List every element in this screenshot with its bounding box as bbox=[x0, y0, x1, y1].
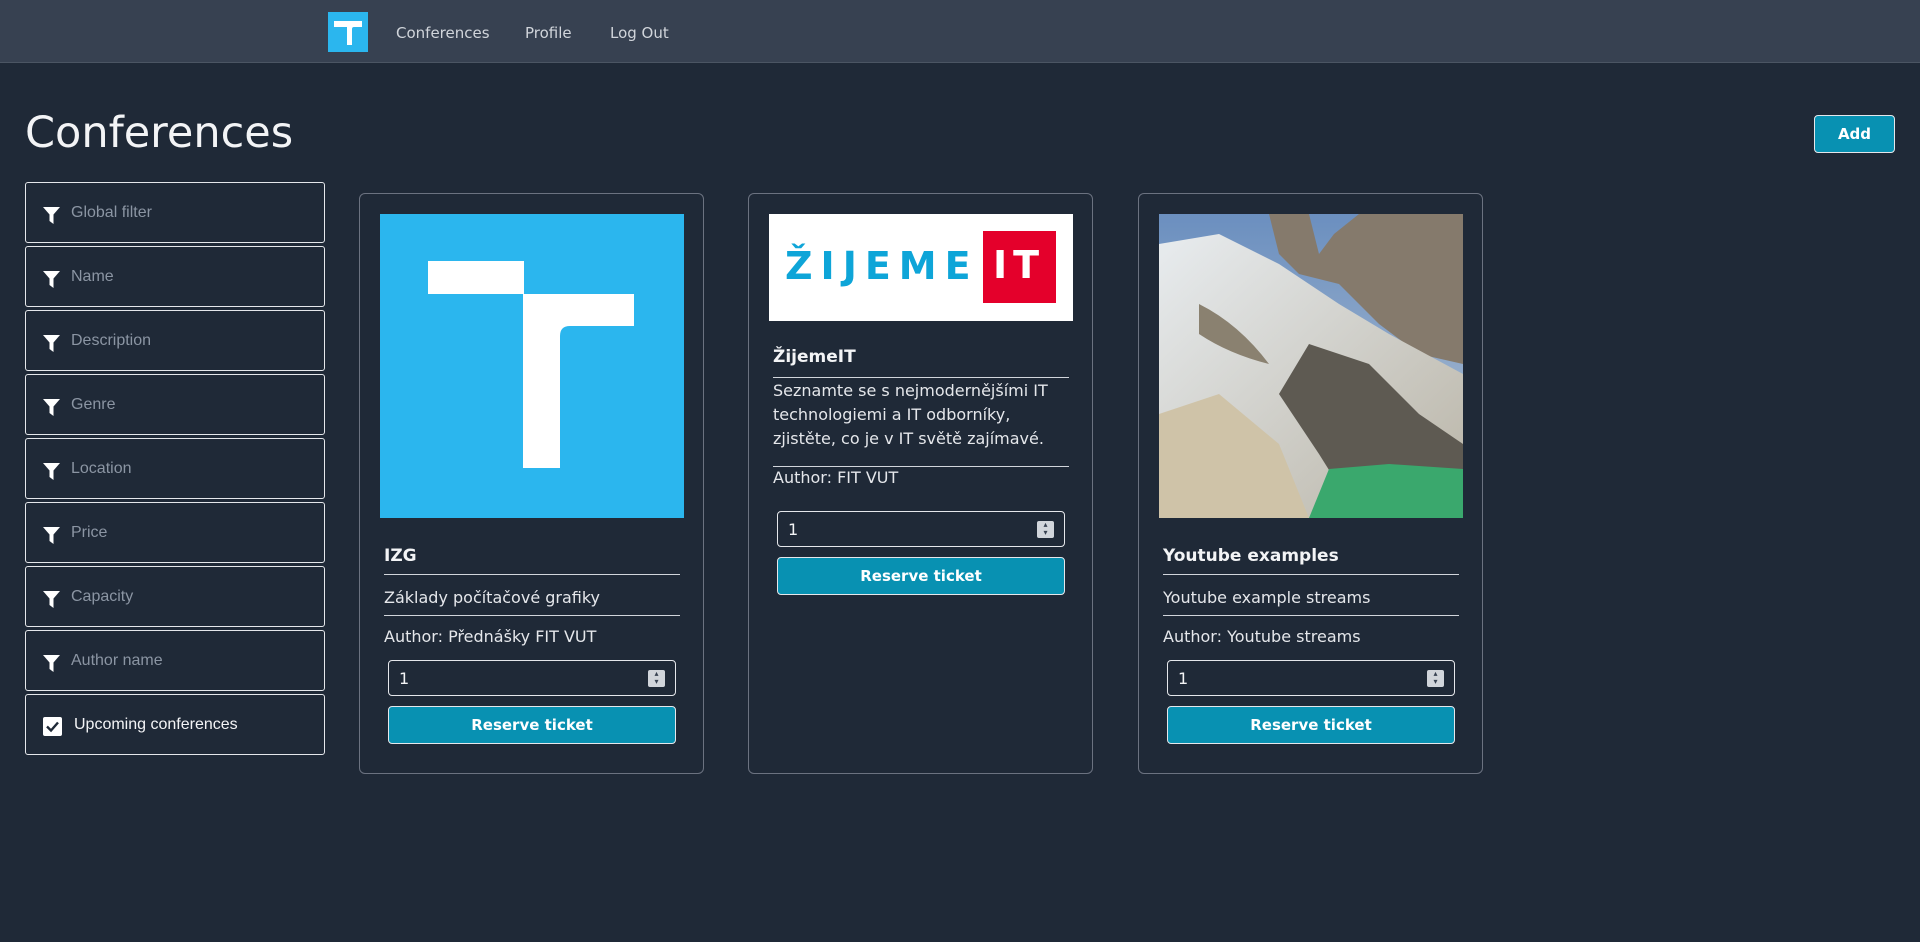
conference-card: Youtube examples Youtube example streams… bbox=[1138, 193, 1483, 774]
page-title: Conferences bbox=[25, 108, 294, 158]
filter-icon bbox=[43, 335, 60, 352]
conference-author: Author: Přednášky FIT VUT bbox=[384, 627, 597, 646]
divider bbox=[384, 574, 680, 575]
author-name-filter-input[interactable] bbox=[71, 639, 311, 683]
filter-icon bbox=[43, 271, 60, 288]
filter-icon bbox=[43, 463, 60, 480]
description-filter-box bbox=[25, 310, 325, 371]
ticket-quantity-input[interactable] bbox=[1178, 667, 1408, 689]
upcoming-conferences-toggle[interactable]: Upcoming conferences bbox=[25, 694, 325, 755]
zijemeit-red-badge: IT bbox=[983, 231, 1056, 303]
reserve-ticket-button[interactable]: Reserve ticket bbox=[777, 557, 1065, 595]
name-filter-box bbox=[25, 246, 325, 307]
conference-card: IZG Základy počítačové grafiky Author: P… bbox=[359, 193, 704, 774]
price-filter-input[interactable] bbox=[71, 511, 311, 555]
ticket-quantity-field: ▴▾ bbox=[1167, 660, 1455, 696]
app-logo-icon[interactable] bbox=[328, 12, 368, 52]
reserve-ticket-button[interactable]: Reserve ticket bbox=[388, 706, 676, 744]
description-filter-input[interactable] bbox=[71, 319, 311, 363]
upcoming-conferences-label: Upcoming conferences bbox=[74, 716, 238, 733]
author-name-filter-box bbox=[25, 630, 325, 691]
conference-name: ŽijemeIT bbox=[773, 347, 856, 367]
price-filter-box bbox=[25, 502, 325, 563]
location-filter-input[interactable] bbox=[71, 447, 311, 491]
name-filter-input[interactable] bbox=[71, 255, 311, 299]
capacity-filter-input[interactable] bbox=[71, 575, 311, 619]
zijemeit-logo-text: ŽIJEME bbox=[785, 244, 979, 288]
conference-description: Seznamte se s nejmodernějšími IT technol… bbox=[773, 381, 1048, 448]
filter-icon bbox=[43, 399, 60, 416]
nav-profile-link[interactable]: Profile bbox=[525, 24, 572, 42]
nav-logout-link[interactable]: Log Out bbox=[610, 24, 669, 42]
ticket-quantity-input[interactable] bbox=[788, 518, 1018, 540]
conference-author: Author: Youtube streams bbox=[1163, 627, 1361, 646]
filter-icon bbox=[43, 591, 60, 608]
location-filter-box bbox=[25, 438, 325, 499]
capacity-filter-box bbox=[25, 566, 325, 627]
checkbox-checked-icon[interactable] bbox=[43, 717, 62, 736]
filter-icon bbox=[43, 655, 60, 672]
quantity-stepper-icon[interactable]: ▴ ▾ bbox=[1427, 670, 1444, 687]
ticket-quantity-input[interactable] bbox=[399, 667, 629, 689]
nav-conferences-link[interactable]: Conferences bbox=[396, 24, 490, 42]
zijemeit-badge-text: IT bbox=[993, 243, 1046, 287]
ticket-quantity-field: ▴▾ bbox=[388, 660, 676, 696]
top-navbar: Conferences Profile Log Out bbox=[0, 0, 1920, 63]
conference-author: Author: FIT VUT bbox=[773, 468, 899, 487]
genre-filter-input[interactable] bbox=[71, 383, 311, 427]
t-logo-image bbox=[380, 214, 684, 518]
divider bbox=[773, 377, 1069, 378]
genre-filter-box bbox=[25, 374, 325, 435]
global-filter-box bbox=[25, 182, 325, 243]
filter-panel: Upcoming conferences bbox=[25, 182, 325, 758]
conference-description: Základy počítačové grafiky bbox=[384, 588, 601, 607]
reserve-ticket-button[interactable]: Reserve ticket bbox=[1167, 706, 1455, 744]
ticket-quantity-field: ▴▾ bbox=[777, 511, 1065, 547]
conference-description: Youtube example streams bbox=[1163, 588, 1371, 607]
divider bbox=[773, 466, 1069, 467]
divider bbox=[1163, 615, 1459, 616]
filter-icon bbox=[43, 527, 60, 544]
global-filter-input[interactable] bbox=[71, 191, 311, 235]
divider bbox=[1163, 574, 1459, 575]
quantity-stepper-icon[interactable]: ▴ ▾ bbox=[648, 670, 665, 687]
add-button[interactable]: Add bbox=[1814, 115, 1895, 153]
filter-icon bbox=[43, 207, 60, 224]
zijemeit-logo-image: ŽIJEME IT bbox=[769, 214, 1073, 321]
mountain-landscape-image bbox=[1159, 214, 1463, 518]
conference-name: Youtube examples bbox=[1163, 546, 1339, 566]
divider bbox=[384, 615, 680, 616]
quantity-stepper-icon[interactable]: ▴ ▾ bbox=[1037, 521, 1054, 538]
conference-name: IZG bbox=[384, 546, 417, 566]
conference-card: ŽIJEME IT ŽijemeIT Seznamte se s nejmode… bbox=[748, 193, 1093, 774]
